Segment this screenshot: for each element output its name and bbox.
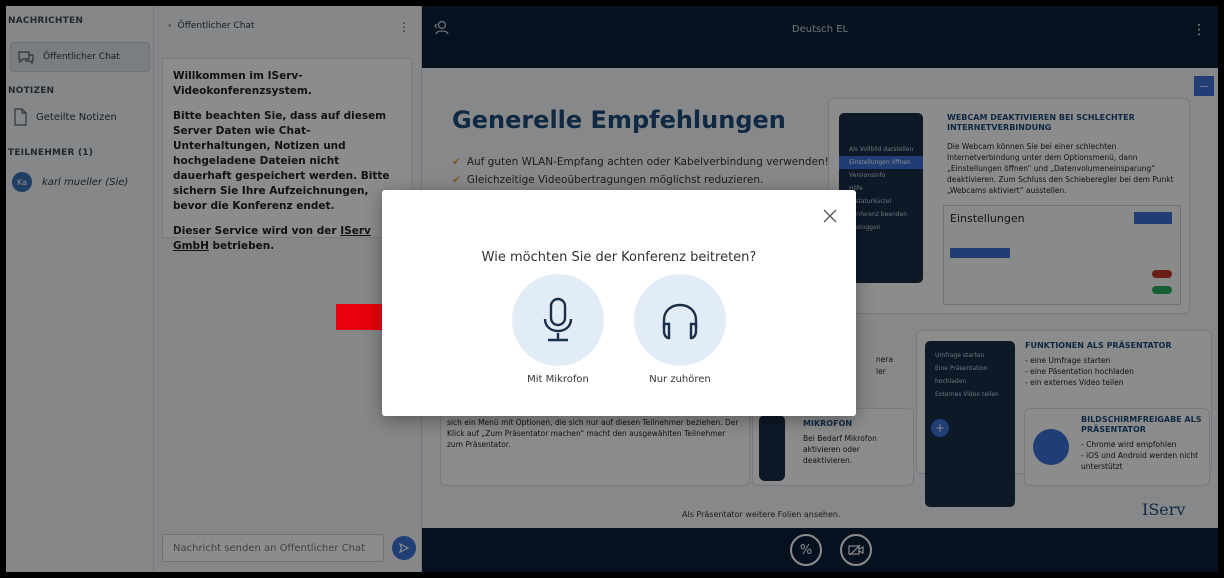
join-audio-modal: Wie möchten Sie der Konferenz beitreten?… — [382, 190, 856, 416]
listen-only-button[interactable] — [634, 274, 726, 366]
listen-only-option[interactable]: Nur zuhören — [634, 274, 726, 385]
app-window: NACHRICHTEN Öffentlicher Chat NOTIZEN Ge… — [6, 6, 1218, 572]
microphone-icon — [538, 297, 578, 343]
listen-only-label: Nur zuhören — [649, 374, 711, 385]
join-with-microphone-option[interactable]: Mit Mikrofon — [512, 274, 604, 385]
microphone-option-label: Mit Mikrofon — [527, 374, 589, 385]
modal-title: Wie möchten Sie der Konferenz beitreten? — [481, 250, 757, 265]
microphone-button[interactable] — [512, 274, 604, 366]
headphones-icon — [658, 298, 702, 342]
close-icon[interactable] — [822, 208, 838, 224]
